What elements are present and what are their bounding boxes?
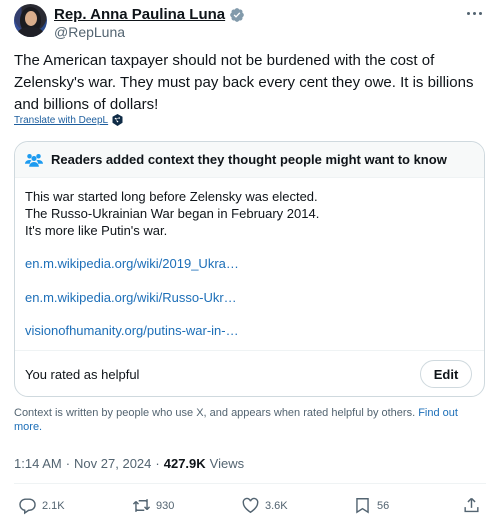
- tweet-meta: 1:14 AM · Nov 27, 2024 · 427.9K Views: [14, 456, 244, 471]
- tweet-text: The American taxpayer should not be burd…: [14, 52, 474, 113]
- reply-count: 2.1K: [42, 499, 65, 512]
- note-line: It's more like Putin's war.: [25, 223, 168, 238]
- author-handle[interactable]: @RepLuna: [54, 24, 125, 40]
- like-count: 3.6K: [265, 499, 288, 512]
- community-note-title: Readers added context they thought peopl…: [51, 152, 447, 167]
- note-disclaimer: Context is written by people who use X, …: [14, 406, 488, 434]
- views-count: 427.9K: [163, 456, 206, 471]
- more-dots-icon[interactable]: [464, 6, 484, 20]
- reply-button[interactable]: 2.1K: [18, 496, 65, 515]
- note-source-link[interactable]: en.m.wikipedia.org/wiki/2019_Ukra…: [25, 256, 239, 271]
- edit-rating-button[interactable]: Edit: [420, 360, 472, 388]
- translate-link[interactable]: Translate with DeepL: [14, 115, 108, 126]
- tweet-date[interactable]: Nov 27, 2024: [74, 456, 151, 471]
- reply-icon: [19, 498, 36, 515]
- note-line: This war started long before Zelensky wa…: [25, 189, 318, 204]
- tweet-header: Rep. Anna Paulina Luna @RepLuna: [14, 4, 486, 44]
- community-note-header: Readers added context they thought peopl…: [15, 142, 484, 178]
- deepl-icon: [112, 114, 123, 126]
- note-line: The Russo-Ukrainian War began in Februar…: [25, 206, 320, 221]
- people-icon: [25, 153, 43, 167]
- repost-count: 930: [156, 499, 175, 512]
- disclaimer-text: Context is written by people who use X, …: [14, 407, 416, 419]
- bookmark-icon: [356, 498, 369, 514]
- avatar[interactable]: [14, 4, 47, 37]
- meta-separator: ·: [65, 456, 71, 471]
- translate-row[interactable]: Translate with DeepL: [14, 114, 123, 126]
- note-source-link[interactable]: visionofhumanity.org/putins-war-in-…: [25, 323, 239, 338]
- share-button[interactable]: [462, 496, 481, 515]
- rated-row: You rated as helpful Edit: [15, 350, 484, 397]
- share-icon: [464, 497, 479, 513]
- note-source-link[interactable]: en.m.wikipedia.org/wiki/Russo-Ukr…: [25, 290, 237, 305]
- bookmark-count: 56: [377, 499, 390, 512]
- name-row: Rep. Anna Paulina Luna: [54, 6, 245, 23]
- bookmark-button[interactable]: 56: [353, 496, 389, 515]
- action-bar: 2.1K 930 3.6K 56: [14, 496, 486, 518]
- views-label: Views: [209, 456, 245, 471]
- meta-separator: ·: [155, 456, 160, 471]
- heart-icon: [242, 497, 259, 514]
- community-note-body: This war started long before Zelensky wa…: [25, 188, 465, 239]
- rated-status: You rated as helpful: [25, 366, 140, 382]
- author-display-name[interactable]: Rep. Anna Paulina Luna: [54, 6, 225, 23]
- repost-icon: [132, 499, 151, 512]
- tweet-time[interactable]: 1:14 AM: [14, 456, 62, 471]
- community-note: Readers added context they thought peopl…: [14, 141, 485, 397]
- repost-button[interactable]: 930: [132, 496, 174, 515]
- divider: [14, 483, 486, 484]
- verified-badge-icon: [230, 7, 244, 22]
- like-button[interactable]: 3.6K: [241, 496, 288, 515]
